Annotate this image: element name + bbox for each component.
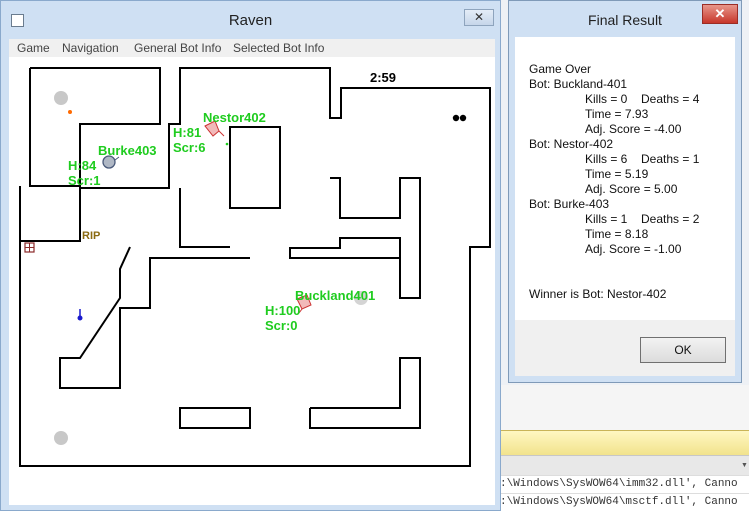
- game-canvas[interactable]: 2:59 RIP Nestor402 H:81 Scr:6 Burke403 H…: [9, 57, 495, 505]
- raven-window: Raven ✕ Game Navigation General Bot Info…: [0, 0, 501, 511]
- ok-button[interactable]: OK: [640, 337, 726, 363]
- final-result-dialog: Final Result ✕ Game Over Bot: Buckland-4…: [508, 0, 742, 383]
- bot-health-label: H:81: [173, 125, 202, 140]
- menu-navigation[interactable]: Navigation: [62, 41, 119, 55]
- raven-titlebar[interactable]: Raven ✕: [1, 1, 500, 39]
- grave-marker: RIP: [82, 230, 101, 242]
- bot-health-label: H:84: [68, 158, 97, 173]
- result-line: Bot: Burke-403: [529, 197, 610, 211]
- spawn-marker: [68, 110, 72, 114]
- console-tab-strip: [500, 430, 749, 456]
- result-line: Kills = 6: [585, 152, 628, 166]
- bot-name-label: Buckland401: [295, 288, 376, 303]
- menu-selected-bot-info[interactable]: Selected Bot Info: [233, 41, 324, 55]
- bot-name-label: Burke403: [98, 143, 157, 158]
- result-line: Adj. Score = -1.00: [585, 242, 682, 256]
- result-line: Time = 8.18: [585, 227, 649, 241]
- result-line: Bot: Buckland-401: [529, 77, 628, 91]
- background-panel: [500, 385, 749, 430]
- result-line: Deaths = 2: [641, 212, 700, 226]
- map-walls: [19, 67, 491, 467]
- winner-line: Winner is Bot: Nestor-402: [529, 287, 667, 301]
- console-line: :\Windows\SysWOW64\imm32.dll', Canno: [500, 475, 749, 493]
- bot-score-label: Scr:0: [265, 318, 298, 333]
- result-line: Kills = 0: [585, 92, 628, 106]
- result-line: Time = 5.19: [585, 167, 649, 181]
- bot-score-label: Scr:6: [173, 140, 206, 155]
- ammo-pickup: [459, 114, 467, 122]
- console-scroll-row[interactable]: [500, 455, 749, 476]
- window-title: Raven: [228, 12, 273, 29]
- result-line: Deaths = 4: [641, 92, 700, 106]
- console-line: :\Windows\SysWOW64\msctf.dll', Canno: [500, 493, 749, 511]
- health-pickup: [54, 91, 68, 105]
- result-line: Kills = 1: [585, 212, 628, 226]
- result-line: Deaths = 1: [641, 152, 700, 166]
- close-button[interactable]: ✕: [702, 4, 738, 24]
- bot-health-label: H:100: [265, 303, 301, 318]
- result-line: Bot: Nestor-402: [529, 137, 614, 151]
- menu-general-bot-info[interactable]: General Bot Info: [134, 41, 221, 55]
- result-line: Adj. Score = 5.00: [585, 182, 678, 196]
- result-text-panel: Game Over Bot: Buckland-401 Kills = 0 De…: [515, 37, 735, 320]
- result-line: Adj. Score = -4.00: [585, 122, 682, 136]
- ammo-pickup: [452, 114, 460, 122]
- result-line: Game Over: [529, 62, 592, 76]
- result-line: Time = 7.93: [585, 107, 649, 121]
- bot-score-label: Scr:1: [68, 173, 101, 188]
- game-timer: 2:59: [370, 70, 397, 85]
- menu-game[interactable]: Game: [17, 41, 50, 55]
- dialog-body: Game Over Bot: Buckland-401 Kills = 0 De…: [515, 37, 735, 376]
- bot-name-label: Nestor402: [203, 110, 266, 125]
- close-button[interactable]: ✕: [464, 9, 494, 26]
- health-pickup: [54, 431, 68, 445]
- scroll-down-icon[interactable]: ▼: [741, 462, 748, 469]
- menu-bar: Game Navigation General Bot Info Selecte…: [9, 39, 495, 57]
